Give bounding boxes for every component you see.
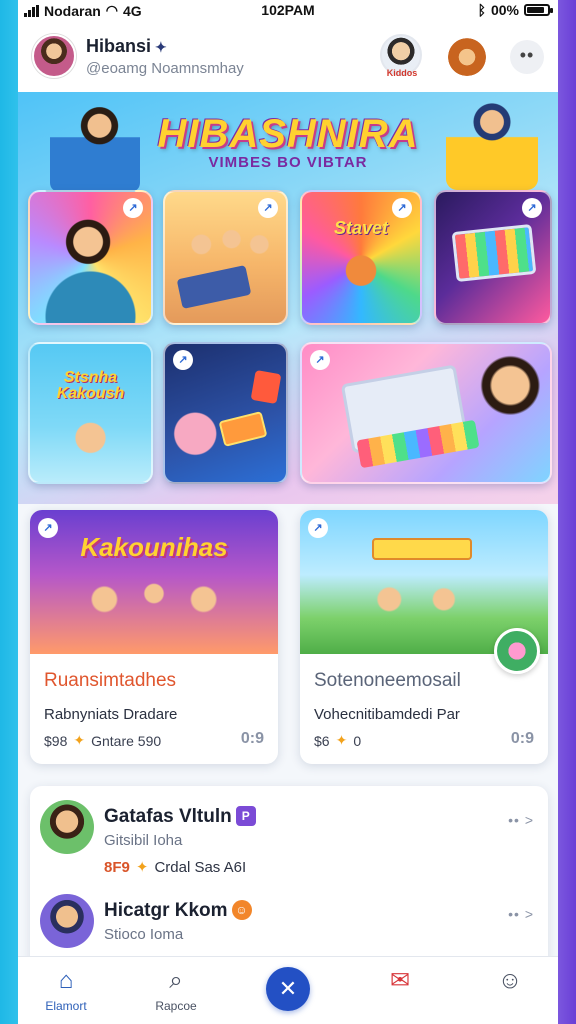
share-button[interactable]: 0:9 — [241, 730, 264, 748]
battery-fill — [527, 7, 544, 13]
tile-badge-icon: ↗ — [173, 350, 193, 370]
profile-name-row[interactable]: Hibansi ✦ — [86, 36, 167, 57]
badge-icon: ☺ — [231, 900, 252, 920]
game-tile-2[interactable]: ↗ — [163, 190, 288, 325]
tile-label: Stsnha Kakoush — [56, 369, 125, 402]
game-tile-3[interactable]: Stavet ↗ — [300, 190, 422, 325]
list-item-name-row: Gatafas Vltuln P — [104, 806, 256, 828]
hero-banner: HIBASHNIRA VIMBES BO VIBTAR ↗ ↗ Stavet ↗… — [18, 92, 558, 504]
nav-home[interactable]: ⌂ Elamort — [18, 957, 114, 1024]
badge-icon: P — [235, 806, 256, 826]
profile-handle: @eoamg Noamnsmhay — [86, 60, 244, 77]
play-fab-button[interactable] — [494, 628, 540, 674]
card-badge-icon: ↗ — [308, 518, 328, 538]
home-icon: ⌂ — [58, 967, 74, 994]
tile-badge-icon: ↗ — [522, 198, 542, 218]
feature-card[interactable]: Kakounihas ↗ Ruansimtadhes Rabnyniats Dr… — [30, 510, 278, 764]
feature-card-subtitle: Vohecnitibamdedi Par — [314, 706, 460, 723]
stat-text: Crdal Sas A6I — [154, 858, 247, 876]
tile-badge-icon: ↗ — [123, 198, 143, 218]
price-text: $98 — [44, 732, 68, 749]
card-icon — [250, 369, 282, 405]
tile-badge-icon: ↗ — [258, 198, 278, 218]
status-right: ᛒ 00% — [477, 2, 553, 18]
list-item-subtitle: Gitsibil Ioha — [104, 832, 183, 849]
profile-icon: ☺ — [497, 967, 523, 994]
search-icon: ⌕ — [169, 967, 183, 994]
banner-icon — [372, 538, 472, 560]
coin-icon: ✦ — [135, 859, 149, 876]
verified-icon: ✦ — [155, 39, 167, 55]
card-icon — [218, 411, 268, 447]
coin-icon: ✦ — [73, 732, 86, 748]
list-item-name: Hicatgr Kkom — [104, 900, 228, 921]
battery-icon — [524, 4, 553, 16]
tile-badge-icon: ↗ — [392, 198, 412, 218]
app-screen: Nodaran ◠ 4G 102PAM ᛒ 00% Hibansi ✦ @eoam… — [18, 0, 558, 1024]
feature-card-meta: $6 ✦ 0 — [314, 732, 361, 749]
more-button[interactable]: •• — [510, 40, 544, 74]
tile-label: Stavet — [333, 218, 389, 238]
monkey-mascot-icon[interactable] — [446, 34, 488, 76]
status-bar: Nodaran ◠ 4G 102PAM ᛒ 00% — [18, 0, 558, 22]
hero-subtitle: VIMBES BO VIBTAR — [208, 154, 368, 171]
tile-badge-icon: ↗ — [310, 350, 330, 370]
stat-number: 8F9 — [104, 858, 130, 876]
feature-card-title: Sotenoneemosail — [314, 670, 461, 691]
game-tile-4[interactable]: ↗ — [434, 190, 552, 325]
game-tile-5[interactable]: Stsnha Kakoush — [28, 342, 153, 484]
nav-create[interactable]: ✕ — [240, 957, 336, 1024]
price-text: $6 — [314, 732, 330, 749]
game-tile-6[interactable]: ↗ — [163, 342, 288, 484]
feature-card-subtitle: Rabnyniats Dradare — [44, 706, 178, 723]
feature-card-meta: $98 ✦ Gntare 590 — [44, 732, 161, 749]
nav-notifications[interactable]: ✉ — [352, 957, 448, 1024]
profile-avatar[interactable] — [32, 34, 76, 78]
game-console-icon — [176, 265, 252, 309]
list-item-stats: 8F9 ✦ Crdal Sas A6I — [104, 858, 247, 877]
buddy-tag: Kiddos — [386, 68, 418, 78]
list-item-name-row: Hicatgr Kkom ☺ — [104, 900, 252, 922]
tablet-icon — [451, 223, 537, 283]
list-item[interactable]: Gatafas Vltuln P Gitsibil Ioha 8F9 ✦ Crda… — [30, 792, 548, 886]
battery-percent: 00% — [490, 2, 519, 18]
nav-profile[interactable]: ☺ — [462, 957, 558, 1024]
avatar[interactable] — [40, 894, 94, 948]
app-header: Hibansi ✦ @eoamg Noamnsmhay Kiddos •• — [18, 22, 558, 92]
hero-title: HIBASHNIRA — [157, 112, 419, 156]
card-badge-icon: ↗ — [38, 518, 58, 538]
meta-text: Gntare 590 — [91, 732, 162, 749]
notifications-icon: ✉ — [389, 967, 411, 994]
avatar[interactable] — [40, 800, 94, 854]
coin-icon: ✦ — [335, 732, 348, 748]
nav-search[interactable]: ⌕ Rapcoe — [128, 957, 224, 1024]
nav-label: Elamort — [45, 999, 87, 1013]
game-tile-1[interactable]: ↗ — [28, 190, 153, 325]
create-icon: ✕ — [266, 967, 310, 1011]
feature-card-image-title: Kakounihas — [80, 532, 228, 562]
feature-card-image: Kakounihas ↗ — [30, 510, 278, 654]
more-icon[interactable]: •• > — [508, 812, 534, 828]
feature-card[interactable]: ↗ Sotenoneemosail Vohecnitibamdedi Par $… — [300, 510, 548, 764]
list-item-name: Gatafas Vltuln — [104, 806, 232, 827]
share-button[interactable]: 0:9 — [511, 730, 534, 748]
profile-name: Hibansi — [86, 36, 152, 56]
feature-card-title: Ruansimtadhes — [44, 670, 177, 691]
list-item-subtitle: Stioco Ioma — [104, 926, 184, 943]
meta-text: 0 — [353, 732, 362, 749]
bottom-nav: ⌂ Elamort ⌕ Rapcoe ✕ ✉ ☺ — [18, 956, 558, 1024]
game-tile-7[interactable]: ↗ — [300, 342, 552, 484]
more-icon[interactable]: •• > — [508, 906, 534, 922]
bluetooth-icon: ᛒ — [477, 2, 486, 18]
nav-label: Rapcoe — [155, 999, 197, 1013]
